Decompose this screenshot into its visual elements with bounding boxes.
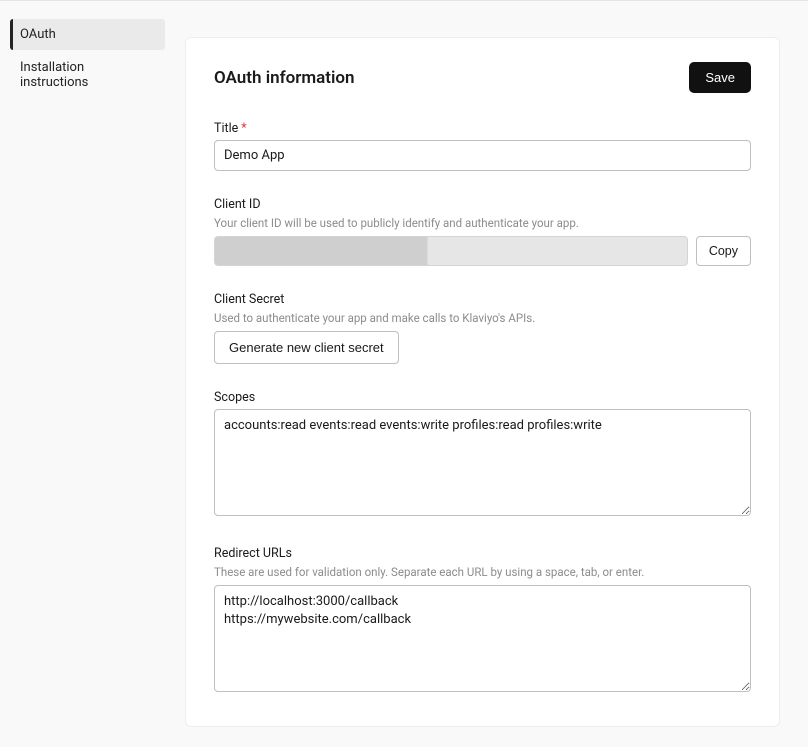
field-group-redirect-urls: Redirect URLs These are used for validat… — [214, 546, 751, 696]
client-id-label: Client ID — [214, 197, 751, 212]
sidebar-item-label: Installation instructions — [20, 60, 88, 90]
content-area: OAuth information Save Title* Client ID … — [175, 1, 808, 747]
scopes-label: Scopes — [214, 390, 751, 405]
redirect-urls-label: Redirect URLs — [214, 546, 751, 561]
client-id-row: Copy — [214, 236, 751, 266]
generate-client-secret-button[interactable]: Generate new client secret — [214, 331, 399, 364]
field-group-client-id: Client ID Your client ID will be used to… — [214, 197, 751, 266]
card-header: OAuth information Save — [214, 62, 751, 93]
page-title: OAuth information — [214, 68, 355, 88]
field-group-scopes: Scopes — [214, 390, 751, 520]
copy-button[interactable]: Copy — [696, 236, 751, 266]
sidebar-item-oauth[interactable]: OAuth — [10, 19, 165, 50]
scopes-textarea[interactable] — [214, 409, 751, 516]
sidebar: OAuth Installation instructions — [0, 1, 175, 747]
sidebar-item-label: OAuth — [20, 27, 56, 42]
client-secret-label: Client Secret — [214, 292, 751, 307]
field-group-client-secret: Client Secret Used to authenticate your … — [214, 292, 751, 364]
redirect-urls-textarea[interactable] — [214, 585, 751, 692]
client-secret-help: Used to authenticate your app and make c… — [214, 311, 751, 325]
save-button[interactable]: Save — [689, 62, 751, 93]
sidebar-item-installation-instructions[interactable]: Installation instructions — [10, 52, 165, 98]
redirect-urls-help: These are used for validation only. Sepa… — [214, 565, 751, 579]
title-label: Title* — [214, 121, 751, 136]
client-id-value-box — [214, 236, 688, 266]
title-input[interactable] — [214, 140, 751, 171]
title-label-text: Title — [214, 121, 238, 136]
page-root: OAuth Installation instructions OAuth in… — [0, 0, 808, 747]
client-id-help: Your client ID will be used to publicly … — [214, 216, 751, 230]
oauth-card: OAuth information Save Title* Client ID … — [185, 37, 780, 727]
required-asterisk: * — [241, 121, 246, 136]
field-group-title: Title* — [214, 121, 751, 171]
